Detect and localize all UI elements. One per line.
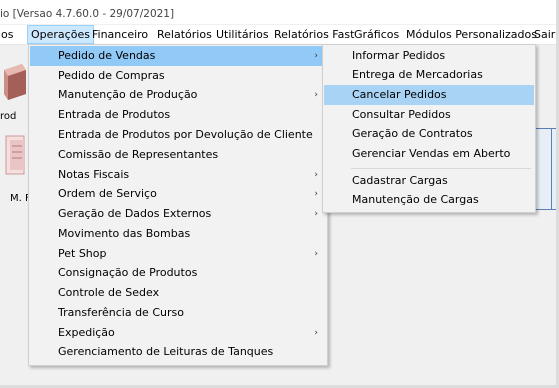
submenu-gerenciar-vendas-em-aberto[interactable]: Gerenciar Vendas em Aberto [324,144,534,164]
menu-graficos[interactable]: Gráficos [351,25,402,44]
chevron-right-icon: › [314,51,318,61]
menu-comissao-de-representantes[interactable]: Comissão de Representantes [30,145,326,165]
produto-toolbar-icon[interactable] [0,56,26,106]
menu-transferencia-de-curso[interactable]: Transferência de Curso [30,303,326,323]
chevron-right-icon: › [314,249,318,259]
operacoes-dropdown: Pedido de Vendas › Pedido de Compras Man… [28,44,328,366]
menu-relatorios[interactable]: Relatórios [154,25,215,44]
menu-financeiro[interactable]: Financeiro [89,25,151,44]
window-title: io [Versao 4.7.60.0 - 29/07/2021] [0,8,175,20]
menu-gerenciamento-leituras-tanques[interactable]: Gerenciamento de Leituras de Tanques [30,342,326,362]
submenu-consultar-pedidos[interactable]: Consultar Pedidos [324,105,534,125]
menu-geracao-de-dados-externos[interactable]: Geração de Dados Externos › [30,204,326,224]
menu-cadastros[interactable]: os [0,25,16,44]
menu-ordem-de-servico[interactable]: Ordem de Serviço › [30,184,326,204]
chevron-right-icon: › [314,209,318,219]
menu-controle-de-sedex[interactable]: Controle de Sedex [30,283,326,303]
menu-modulos-personalizados[interactable]: Módulos Personalizados [403,25,540,44]
submenu-cancelar-pedidos[interactable]: Cancelar Pedidos [324,85,534,105]
menu-sair[interactable]: Sair [531,25,556,44]
pedido-de-vendas-submenu: Informar Pedidos Entrega de Mercadorias … [322,44,536,213]
background-panel [534,128,556,210]
chevron-right-icon: › [314,90,318,100]
menu-pet-shop[interactable]: Pet Shop › [30,244,326,264]
menu-bar: os Operações Financeiro Relatórios Utili… [0,25,556,45]
chevron-right-icon: › [314,189,318,199]
nota-fiscal-toolbar-icon[interactable] [0,132,26,180]
submenu-informar-pedidos[interactable]: Informar Pedidos [324,46,534,66]
chevron-right-icon: › [314,328,318,338]
menu-entrada-devolucao-cliente[interactable]: Entrada de Produtos por Devolução de Cli… [30,125,326,145]
app-window: io [Versao 4.7.60.0 - 29/07/2021] os Ope… [0,0,556,385]
menu-entrada-de-produtos[interactable]: Entrada de Produtos [30,105,326,125]
submenu-manutencao-de-cargas[interactable]: Manutenção de Cargas [324,190,534,210]
document-stack-icon [5,135,25,175]
submenu-entrega-de-mercadorias[interactable]: Entrega de Mercadorias [324,65,534,85]
menu-utilitarios[interactable]: Utilitários [213,25,272,44]
menu-manutencao-de-producao[interactable]: Manutenção de Produção › [30,85,326,105]
chevron-right-icon: › [314,170,318,180]
submenu-cadastrar-cargas[interactable]: Cadastrar Cargas [324,171,534,191]
box-icon [4,64,26,100]
menu-pedido-de-compras[interactable]: Pedido de Compras [30,66,326,86]
menu-separator [351,168,531,169]
toolbar-icon-label-1: rod [0,111,17,122]
menu-notas-fiscais[interactable]: Notas Fiscais › [30,165,326,185]
menu-consignacao-de-produtos[interactable]: Consignação de Produtos [30,263,326,283]
menu-operacoes[interactable]: Operações [27,25,94,44]
menu-movimento-das-bombas[interactable]: Movimento das Bombas [30,224,326,244]
menu-pedido-de-vendas[interactable]: Pedido de Vendas › [30,46,326,66]
submenu-geracao-de-contratos[interactable]: Geração de Contratos [324,124,534,144]
menu-expedicao[interactable]: Expedição › [30,323,326,343]
menu-relatorios-fast[interactable]: Relatórios Fast [271,25,357,44]
title-bar: io [Versao 4.7.60.0 - 29/07/2021] [0,0,556,24]
